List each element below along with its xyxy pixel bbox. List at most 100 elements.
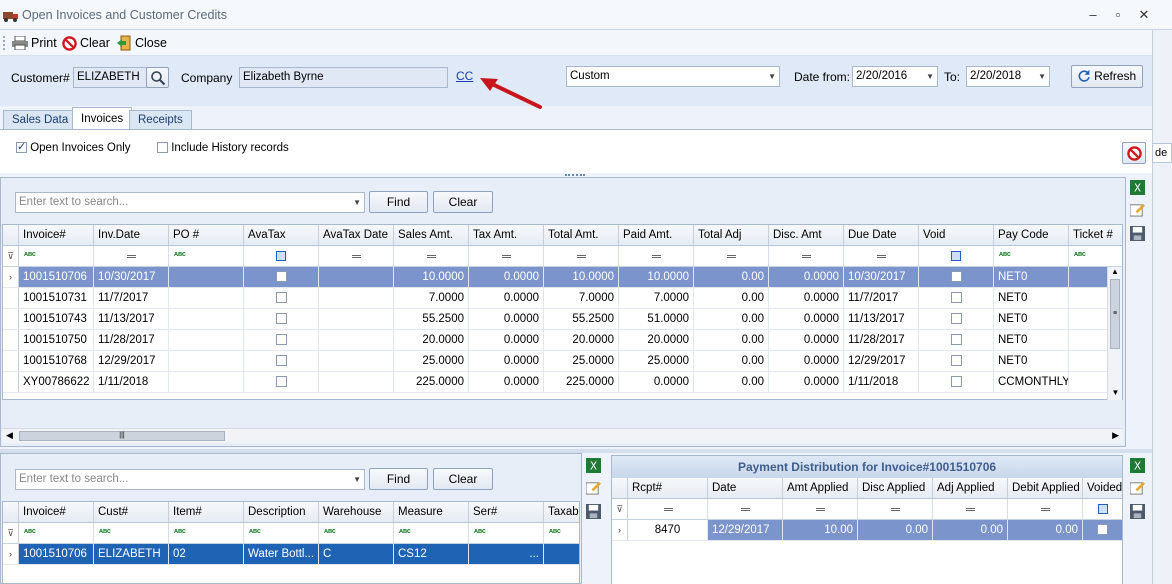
filter-cell-po[interactable]: ᴀʙᴄ: [169, 246, 244, 266]
filter-cell-invoice[interactable]: ᴀʙᴄ: [19, 523, 94, 543]
filter-cell-avatax-date[interactable]: [319, 246, 394, 266]
scroll-up-arrow[interactable]: ▲: [1108, 267, 1122, 279]
column-header-ser[interactable]: Ser#: [469, 502, 544, 522]
cell-void[interactable]: [919, 351, 994, 371]
cell-void[interactable]: [919, 372, 994, 392]
cell-void[interactable]: [919, 330, 994, 350]
checkbox-unchecked[interactable]: [950, 355, 962, 367]
tab-sales-data[interactable]: Sales Data: [3, 110, 78, 129]
date-range-select[interactable]: Custom ▼: [566, 66, 780, 87]
column-header-ticket[interactable]: Ticket #: [1069, 225, 1122, 245]
cc-link[interactable]: CC: [456, 69, 473, 83]
column-header-total-adj[interactable]: Total Adj: [694, 225, 769, 245]
checkbox-unchecked[interactable]: [275, 376, 287, 388]
filter-cell-paid-amt[interactable]: [619, 246, 694, 266]
top-find-button[interactable]: Find: [369, 191, 428, 213]
maximize-icon[interactable]: ▫: [1110, 7, 1126, 23]
cell-avatax[interactable]: [244, 267, 319, 287]
column-header-measure[interactable]: Measure: [394, 502, 469, 522]
scroll-right-arrow[interactable]: ▶: [1112, 430, 1119, 441]
checkbox-unchecked[interactable]: [950, 271, 962, 283]
minimize-icon[interactable]: –: [1085, 7, 1101, 23]
close-button[interactable]: Close: [116, 34, 167, 52]
filter-icon[interactable]: ⊽: [3, 523, 19, 543]
column-header-voided[interactable]: Voided: [1083, 478, 1122, 498]
invoices-horizontal-scrollbar[interactable]: ◀ ||| ▶: [2, 428, 1123, 443]
table-row[interactable]: › 8470 12/29/2017 10.00 0.00 0.00 0.00: [612, 520, 1122, 541]
filter-icon[interactable]: ⊽: [3, 246, 19, 266]
open-invoices-only-checkbox[interactable]: Open Invoices Only: [16, 140, 131, 154]
column-header-item[interactable]: Item#: [169, 502, 244, 522]
cell-void[interactable]: [919, 267, 994, 287]
horizontal-scroll-thumb[interactable]: |||: [19, 431, 225, 441]
column-header-taxabl[interactable]: Taxabl: [544, 502, 579, 522]
filter-cell-warehouse[interactable]: ᴀʙᴄ: [319, 523, 394, 543]
column-header-disc-amt[interactable]: Disc. Amt: [769, 225, 844, 245]
filter-cell-description[interactable]: ᴀʙᴄ: [244, 523, 319, 543]
filter-cell-ticket[interactable]: ᴀʙᴄ: [1069, 246, 1122, 266]
bottom-clear-button[interactable]: Clear: [433, 468, 493, 490]
filter-cell-adj-applied[interactable]: [933, 499, 1008, 519]
column-header-avatax[interactable]: AvaTax: [244, 225, 319, 245]
top-search-input[interactable]: Enter text to search... ▼: [15, 192, 365, 213]
cell-avatax[interactable]: [244, 288, 319, 308]
column-header-due-date[interactable]: Due Date: [844, 225, 919, 245]
checkbox-unchecked[interactable]: [950, 313, 962, 325]
column-header-adj-applied[interactable]: Adj Applied: [933, 478, 1008, 498]
cell-void[interactable]: [919, 309, 994, 329]
column-header-sales-amt[interactable]: Sales Amt.: [394, 225, 469, 245]
tab-receipts[interactable]: Receipts: [129, 110, 192, 129]
include-history-checkbox[interactable]: Include History records: [157, 142, 289, 154]
filter-icon[interactable]: ⊽: [612, 499, 628, 519]
checkbox-unchecked[interactable]: [275, 313, 287, 325]
invoices-vertical-scrollbar[interactable]: ▲ ≡ ▼: [1107, 267, 1122, 400]
column-header-rcpt[interactable]: Rcpt#: [628, 478, 708, 498]
invoice-lines-filter-row[interactable]: ⊽ ᴀʙᴄ ᴀʙᴄ ᴀʙᴄ ᴀʙᴄ ᴀʙᴄ ᴀʙᴄ ᴀʙᴄ ᴀʙᴄ: [3, 523, 579, 544]
customer-search-button[interactable]: [146, 67, 169, 88]
bottom-find-button[interactable]: Find: [369, 468, 428, 490]
column-header-total-amt[interactable]: Total Amt.: [544, 225, 619, 245]
filter-cell-taxabl[interactable]: ᴀʙᴄ: [544, 523, 579, 543]
table-row[interactable]: › 1001510706 10/30/2017 10.0000 0.0000 10.000…: [3, 267, 1122, 288]
checkbox-unchecked[interactable]: [950, 292, 962, 304]
checkbox-unchecked[interactable]: [1097, 524, 1108, 536]
column-header-paid-amt[interactable]: Paid Amt.: [619, 225, 694, 245]
excel-export-icon[interactable]: X: [1130, 458, 1145, 473]
checkbox-unchecked[interactable]: [950, 334, 962, 346]
table-row[interactable]: 1001510743 11/13/2017 55.2500 0.0000 55.2500…: [3, 309, 1122, 330]
edit-layout-icon[interactable]: [1130, 480, 1145, 495]
column-header-po[interactable]: PO #: [169, 225, 244, 245]
filter-cell-item[interactable]: ᴀʙᴄ: [169, 523, 244, 543]
table-row[interactable]: 1001510768 12/29/2017 25.0000 0.0000 25.0000…: [3, 351, 1122, 372]
filter-cell-cust[interactable]: ᴀʙᴄ: [94, 523, 169, 543]
filter-cell-inv-date[interactable]: [94, 246, 169, 266]
filter-cell-pay-code[interactable]: ᴀʙᴄ: [994, 246, 1069, 266]
filter-cell-date[interactable]: [708, 499, 783, 519]
column-header-invoice[interactable]: Invoice#: [19, 225, 94, 245]
column-header-cust[interactable]: Cust#: [94, 502, 169, 522]
column-header-tax-amt[interactable]: Tax Amt.: [469, 225, 544, 245]
column-header-avatax-date[interactable]: AvaTax Date: [319, 225, 394, 245]
date-to-field[interactable]: 2/20/2018 ▼: [966, 66, 1050, 87]
filter-cell-voided[interactable]: [1083, 499, 1122, 519]
table-row[interactable]: XY00786622 1/11/2018 225.0000 0.0000 225.000…: [3, 372, 1122, 393]
invoices-filter-row[interactable]: ⊽ ᴀʙᴄ ᴀʙᴄ ᴀʙᴄ ᴀʙᴄ: [3, 246, 1122, 267]
top-clear-button[interactable]: Clear: [433, 191, 493, 213]
column-header-warehouse[interactable]: Warehouse: [319, 502, 394, 522]
column-header-void[interactable]: Void: [919, 225, 994, 245]
column-header-pay-code[interactable]: Pay Code: [994, 225, 1069, 245]
company-field[interactable]: Elizabeth Byrne: [239, 67, 448, 88]
scroll-left-arrow[interactable]: ◀: [6, 430, 13, 441]
tab-invoices[interactable]: Invoices: [72, 107, 133, 130]
checkbox-unchecked[interactable]: [950, 376, 962, 388]
checkbox-unchecked[interactable]: [275, 292, 287, 304]
customer-field[interactable]: ELIZABETH: [73, 67, 147, 88]
filter-cell-tax-amt[interactable]: [469, 246, 544, 266]
cell-avatax[interactable]: [244, 309, 319, 329]
table-row[interactable]: › 1001510706 ELIZABETH 02 Water Bottl... C CS1…: [3, 544, 579, 565]
cell-avatax[interactable]: [244, 330, 319, 350]
cell-avatax[interactable]: [244, 372, 319, 392]
column-header-amt-applied[interactable]: Amt Applied: [783, 478, 858, 498]
checkbox-unchecked[interactable]: [275, 355, 287, 367]
filter-cell-disc-amt[interactable]: [769, 246, 844, 266]
